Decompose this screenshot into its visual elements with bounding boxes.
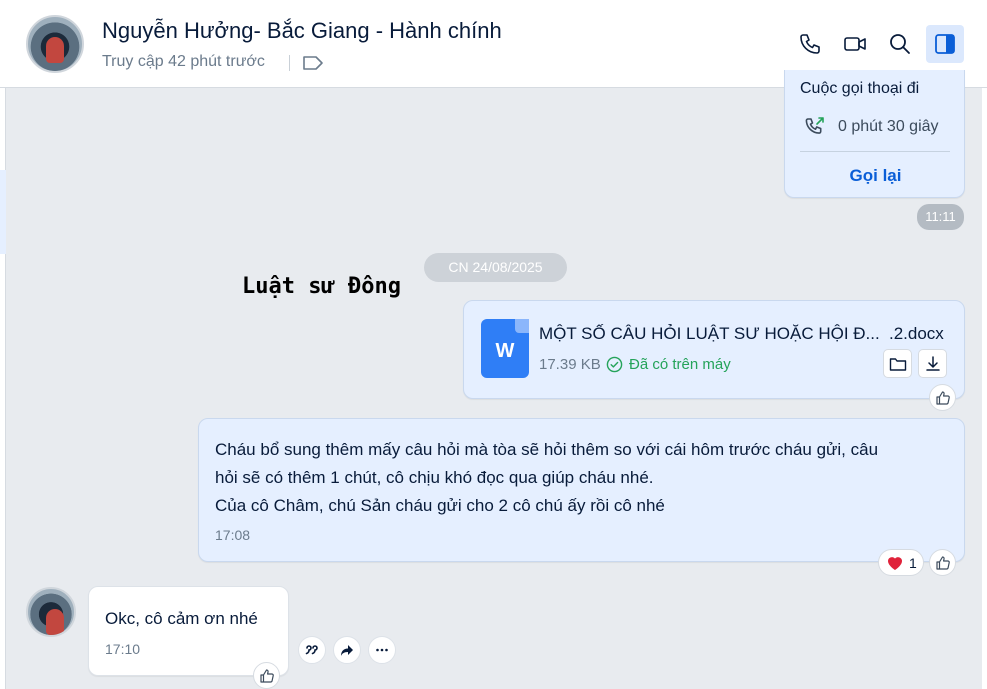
call-card-divider (800, 151, 950, 152)
outgoing-call-card: Cuộc gọi thoại đi 0 phút 30 giây Gọi lại (784, 70, 965, 198)
call-back-button[interactable]: Gọi lại (785, 166, 966, 186)
file-download-status: Đã có trên máy (629, 356, 731, 373)
phone-icon (800, 34, 820, 54)
video-call-button[interactable] (837, 26, 873, 62)
heart-reaction-badge[interactable]: 1 (878, 549, 924, 576)
contact-name[interactable]: Nguyễn Hưởng- Bắc Giang - Hành chính (102, 18, 502, 44)
more-icon (376, 648, 388, 652)
file-extension: .2.docx (889, 324, 944, 343)
forward-button[interactable] (333, 636, 361, 664)
contact-last-seen: Truy cập 42 phút trước (102, 53, 265, 70)
quote-icon (305, 645, 318, 655)
call-duration: 0 phút 30 giây (838, 118, 939, 135)
toggle-side-panel-button[interactable] (926, 25, 964, 63)
text-message[interactable]: Cháu bổ sung thêm mấy câu hỏi mà tòa sẽ … (198, 418, 965, 562)
message-time: 17:10 (105, 641, 141, 657)
sidebar-panel-icon (935, 34, 955, 54)
thumbs-up-icon (935, 555, 950, 570)
forward-icon (341, 645, 353, 656)
message-time: 17:08 (215, 527, 251, 543)
tag-icon[interactable] (302, 54, 324, 72)
folder-icon (889, 357, 906, 371)
word-icon-letter: W (495, 340, 515, 362)
message-line: Của cô Châm, chú Sản cháu gửi cho 2 cô c… (215, 496, 665, 515)
message-text: Okc, cô cảm ơn nhé (105, 609, 258, 628)
quote-reply-button[interactable] (298, 636, 326, 664)
reaction-count: 1 (909, 555, 917, 571)
search-button[interactable] (882, 26, 918, 62)
like-reaction-button[interactable] (929, 384, 956, 411)
check-circle-icon (606, 356, 623, 373)
video-icon (844, 37, 866, 51)
incoming-message[interactable]: Okc, cô cảm ơn nhé 17:10 (88, 586, 289, 676)
scrollbar-track[interactable] (982, 88, 987, 689)
like-reaction-button[interactable] (253, 662, 280, 689)
contact-avatar-small[interactable] (26, 587, 76, 637)
file-size: 17.39 KB (539, 356, 601, 373)
contact-avatar[interactable] (26, 15, 84, 73)
word-document-icon: W (481, 319, 529, 378)
call-time-badge: 11:11 (917, 204, 964, 230)
open-folder-button[interactable] (883, 349, 912, 378)
file-message[interactable]: W MỘT SỐ CÂU HỎI LUẬT SƯ HOẶC HỘI Đ... .… (463, 300, 965, 399)
status-divider (289, 55, 290, 71)
file-name[interactable]: MỘT SỐ CÂU HỎI LUẬT SƯ HOẶC HỘI Đ... (539, 324, 881, 344)
sidebar-edge (0, 0, 6, 689)
thumbs-up-icon (935, 390, 950, 405)
message-line: hỏi sẽ có thêm 1 chút, cô chịu khó đọc q… (215, 468, 654, 487)
download-button[interactable] (918, 349, 947, 378)
more-options-button[interactable] (368, 636, 396, 664)
like-reaction-button[interactable] (929, 549, 956, 576)
search-icon (890, 34, 910, 54)
message-line: Cháu bổ sung thêm mấy câu hỏi mà tòa sẽ … (215, 440, 879, 459)
download-icon (925, 355, 940, 371)
thumbs-up-icon (259, 668, 274, 683)
selected-conversation-marker (0, 170, 6, 254)
voice-call-button[interactable] (792, 26, 828, 62)
date-separator: CN 24/08/2025 (424, 253, 567, 282)
sender-label: Luật sư Đông (242, 274, 401, 299)
outgoing-call-icon (805, 117, 824, 134)
heart-icon (888, 557, 902, 570)
call-title: Cuộc gọi thoại đi (800, 80, 920, 97)
